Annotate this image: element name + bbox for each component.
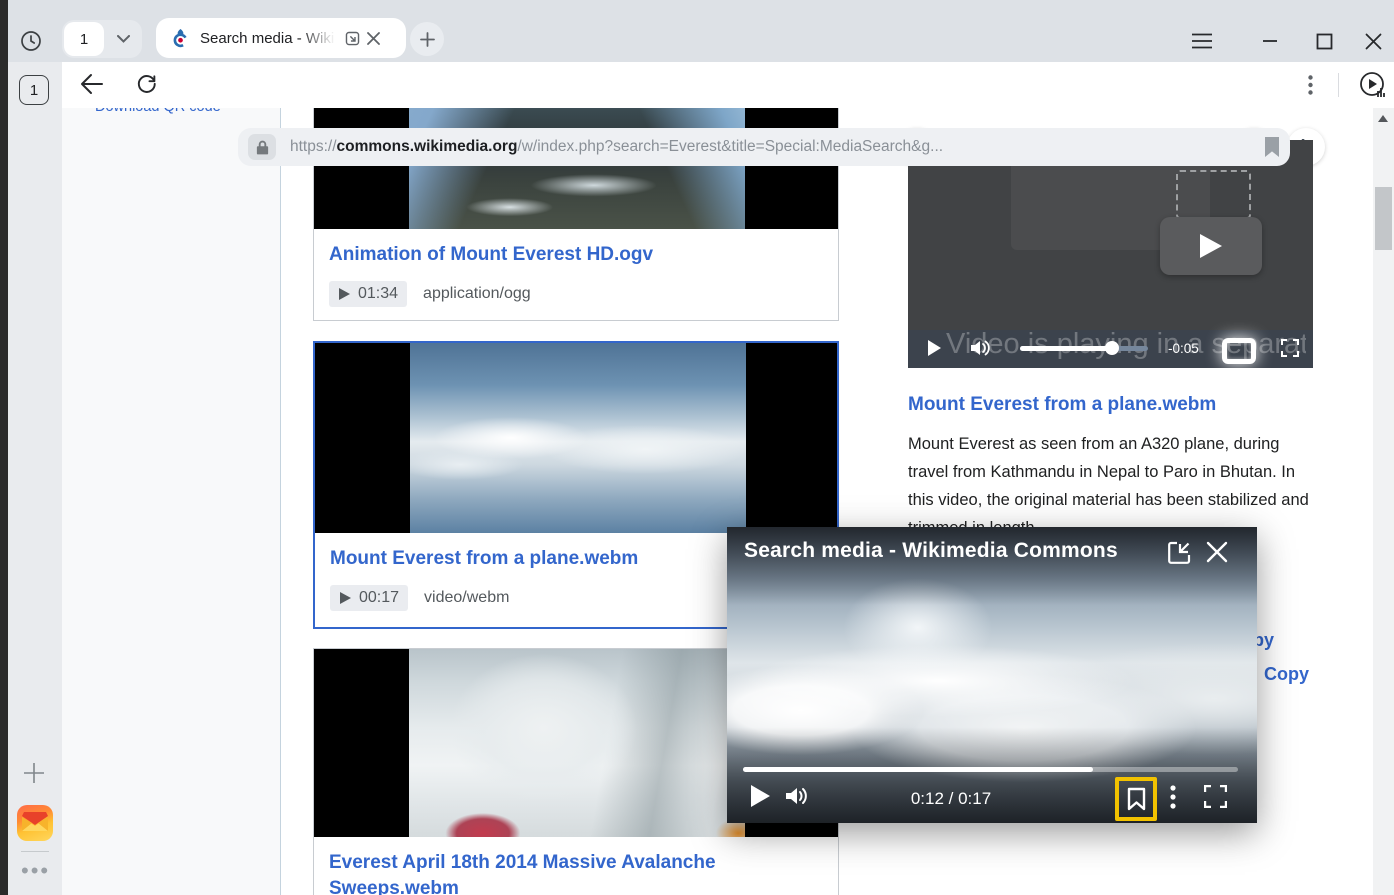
time-remaining: -0:05 — [1168, 341, 1199, 356]
desktop-edge — [0, 0, 8, 895]
duration-badge: 00:17 — [330, 585, 408, 611]
add-panel-button[interactable] — [23, 762, 45, 784]
fullscreen-icon — [1281, 339, 1299, 357]
pip-volume-button[interactable] — [785, 785, 811, 807]
play-icon — [339, 591, 352, 605]
play-icon — [750, 784, 771, 808]
plus-icon — [420, 32, 435, 47]
pip-placeholder-play-button — [1160, 217, 1262, 275]
tab-title: Search media - Wikimedia Commons — [200, 30, 338, 47]
pip-time-display: 0:12 / 0:17 — [871, 789, 1031, 809]
speaker-icon — [970, 338, 992, 358]
pip-play-button[interactable] — [750, 784, 771, 808]
search-result-card[interactable]: Animation of Mount Everest HD.ogv 01:34 … — [313, 72, 839, 321]
tab-counter-badge[interactable]: 1 — [19, 75, 49, 105]
pip-close-button[interactable] — [1206, 541, 1228, 563]
play-icon — [338, 287, 351, 301]
url-text[interactable]: https://commons.wikimedia.org/w/index.ph… — [290, 138, 1256, 156]
panel-divider — [21, 851, 49, 852]
extensions-menu-button[interactable] — [1308, 75, 1313, 95]
pip-seek-fill — [743, 767, 1093, 772]
reload-button[interactable] — [135, 72, 158, 95]
result-title-link[interactable]: Everest April 18th 2014 Massive Avalanch… — [329, 850, 823, 895]
quickview-title-link[interactable]: Mount Everest from a plane.webm — [908, 394, 1328, 416]
envelope-icon — [17, 805, 53, 841]
close-icon — [1365, 33, 1382, 50]
seek-handle[interactable] — [1105, 341, 1119, 355]
address-bar[interactable]: https://commons.wikimedia.org/w/index.ph… — [238, 128, 1290, 166]
tab-group-count: 1 — [64, 22, 104, 56]
bookmark-icon — [1127, 787, 1146, 811]
clock-icon — [19, 29, 43, 53]
pip-seek-bar[interactable] — [743, 767, 1238, 772]
back-to-tab-icon — [1167, 540, 1192, 565]
volume-button[interactable] — [970, 338, 992, 358]
window-close-button[interactable] — [1360, 28, 1386, 54]
media-player-button[interactable] — [1358, 70, 1388, 100]
pip-placeholder-frame — [1176, 170, 1251, 219]
play-icon — [927, 339, 942, 357]
wikimedia-commons-favicon — [170, 28, 191, 49]
toolbar-divider — [1338, 73, 1339, 97]
kebab-icon — [1170, 785, 1176, 809]
quickview-description: Mount Everest as seen from an A320 plane… — [908, 430, 1314, 542]
hamburger-icon — [1191, 33, 1213, 49]
minimize-icon — [1262, 39, 1278, 43]
play-icon — [1198, 232, 1224, 260]
clouds-aerial-image — [410, 343, 746, 533]
video-thumbnail[interactable] — [315, 343, 837, 533]
seek-bar-fill — [1020, 346, 1112, 351]
result-title-link[interactable]: Animation of Mount Everest HD.ogv — [329, 242, 823, 268]
bookmark-flag-icon[interactable] — [1264, 137, 1280, 157]
pip-window-title: Search media - Wikimedia Commons — [744, 539, 1118, 563]
close-icon — [1206, 541, 1228, 563]
minimize-button[interactable] — [1257, 28, 1283, 54]
tab-strip: 1 Search media - Wikimedia Commons — [8, 0, 1394, 62]
lock-icon[interactable] — [248, 134, 276, 160]
pip-window[interactable]: Search media - Wikimedia Commons 0:12 / … — [727, 527, 1257, 823]
copy-html-link[interactable]: Copy — [1264, 664, 1309, 685]
avalanche-image — [409, 649, 745, 837]
browser-side-panel: 1 ••• — [8, 62, 62, 895]
duration-badge: 01:34 — [329, 281, 407, 307]
speaker-icon — [785, 785, 811, 807]
back-arrow-icon — [80, 73, 104, 95]
back-to-tab-button[interactable] — [1167, 540, 1192, 565]
wiki-tools-sidebar: Download QR code — [62, 108, 281, 895]
history-button[interactable] — [19, 29, 43, 53]
tab-group-chip[interactable]: 1 — [62, 20, 142, 58]
page-scrollbar[interactable] — [1373, 108, 1394, 895]
active-tab[interactable]: Search media - Wikimedia Commons — [156, 18, 406, 58]
tab-pip-indicator-icon[interactable] — [344, 30, 361, 47]
mime-type: video/webm — [424, 589, 509, 607]
fullscreen-icon — [1204, 785, 1227, 808]
reload-icon — [135, 72, 158, 95]
seek-bar[interactable] — [1020, 346, 1148, 351]
new-tab-button[interactable] — [410, 22, 444, 56]
play-button[interactable] — [927, 339, 942, 357]
plus-icon — [23, 762, 45, 784]
player-icon — [1358, 70, 1388, 100]
browser-window: Download QR code Animation of Mount Ever… — [0, 0, 1394, 895]
back-button[interactable] — [80, 73, 104, 95]
pip-more-button[interactable] — [1170, 785, 1176, 809]
chevron-down-icon[interactable] — [104, 35, 142, 43]
maximize-button[interactable] — [1311, 28, 1337, 54]
kebab-icon — [1308, 75, 1313, 95]
pip-bookmark-button-highlighted[interactable] — [1115, 777, 1157, 821]
tab-close-icon[interactable] — [367, 32, 380, 45]
scrollbar-thumb[interactable] — [1375, 187, 1392, 250]
mime-type: application/ogg — [423, 285, 531, 303]
mail-app-button[interactable] — [17, 805, 53, 841]
panel-more-button[interactable]: ••• — [21, 858, 50, 884]
pip-fullscreen-button[interactable] — [1204, 785, 1227, 808]
quickview-video-player[interactable]: Video is playing in a separate window -0… — [908, 140, 1313, 368]
pip-toggle-button-active[interactable] — [1222, 338, 1256, 364]
fullscreen-button[interactable] — [1281, 339, 1299, 357]
maximize-icon — [1316, 33, 1333, 50]
scroll-up-arrow[interactable] — [1378, 115, 1388, 122]
address-toolbar: https://commons.wikimedia.org/w/index.ph… — [62, 62, 1394, 108]
browser-menu-button[interactable] — [1189, 28, 1215, 54]
